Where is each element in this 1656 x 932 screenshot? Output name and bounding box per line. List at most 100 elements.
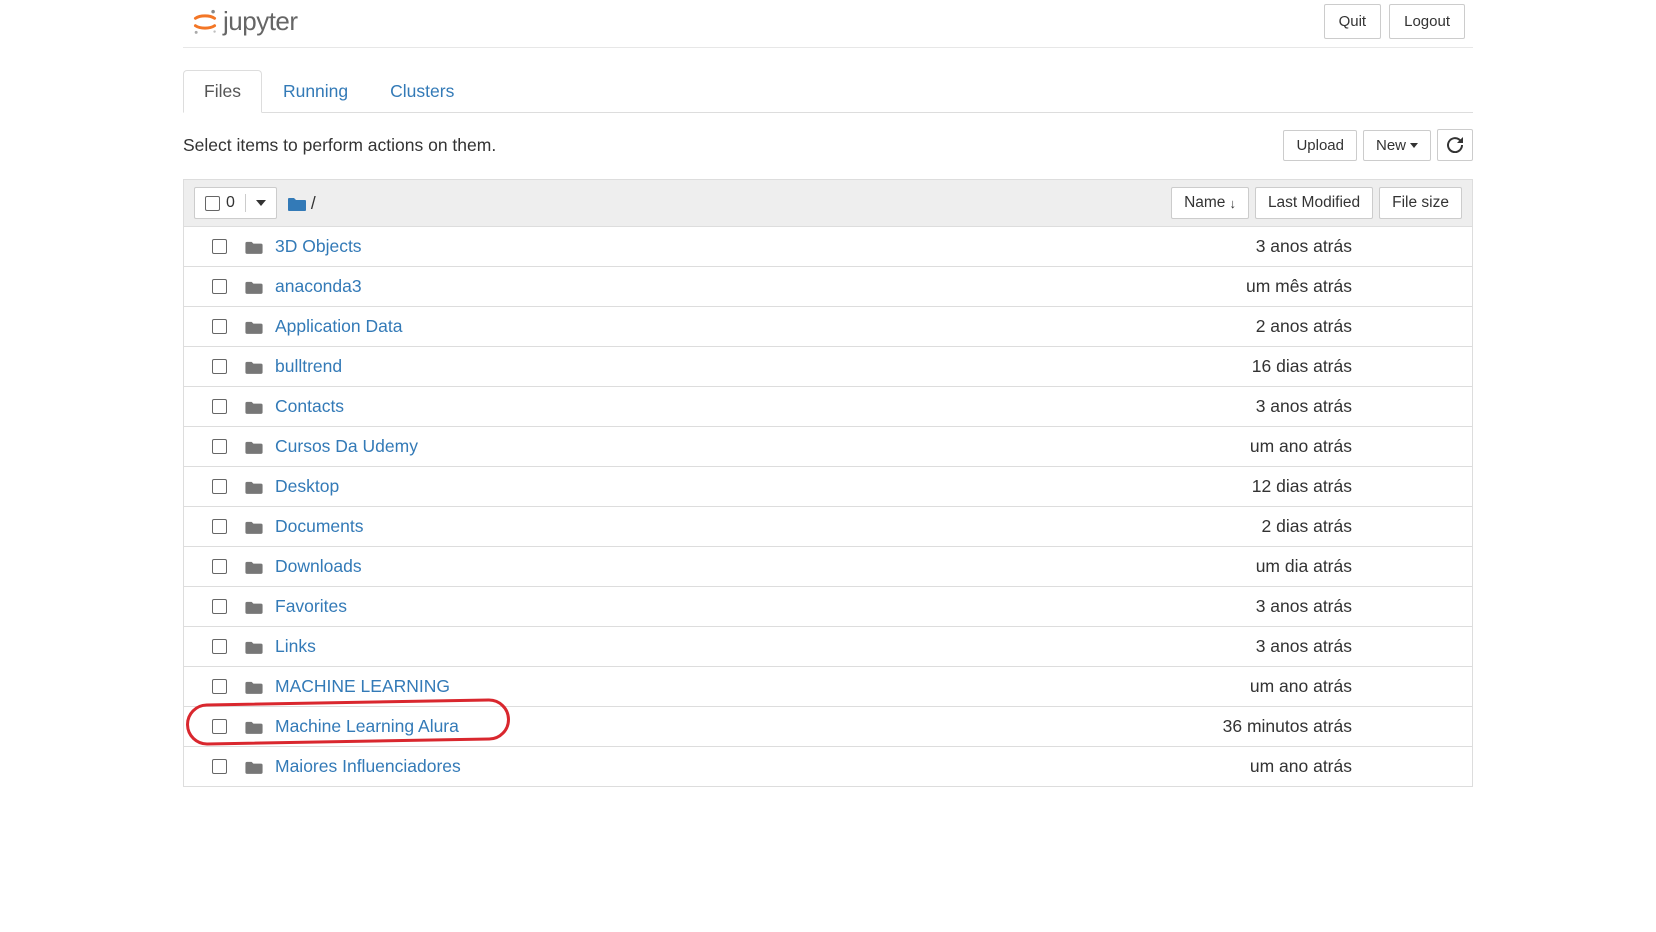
new-button-label: New xyxy=(1376,137,1406,154)
last-modified: um ano atrás xyxy=(1158,436,1358,457)
folder-icon xyxy=(245,320,263,334)
tab-running[interactable]: Running xyxy=(262,70,369,113)
row-checkbox[interactable] xyxy=(212,679,227,694)
file-row: Contacts 3 anos atrás xyxy=(184,387,1472,427)
refresh-button[interactable] xyxy=(1437,129,1473,161)
sort-last-modified-button[interactable]: Last Modified xyxy=(1255,187,1373,219)
file-link[interactable]: Desktop xyxy=(275,476,1146,497)
sort-name-button[interactable]: Name ↓ xyxy=(1171,187,1249,219)
header: jupyter Quit Logout xyxy=(183,0,1473,48)
file-link[interactable]: Maiores Influenciadores xyxy=(275,756,1146,777)
folder-icon xyxy=(245,400,263,414)
folder-icon[interactable] xyxy=(287,196,305,210)
last-modified: 2 dias atrás xyxy=(1158,516,1358,537)
file-link[interactable]: Downloads xyxy=(275,556,1146,577)
file-link[interactable]: MACHINE LEARNING xyxy=(275,676,1146,697)
selected-count: 0 xyxy=(226,194,235,212)
file-link[interactable]: Links xyxy=(275,636,1146,657)
quit-button[interactable]: Quit xyxy=(1324,4,1382,39)
folder-icon xyxy=(245,640,263,654)
row-checkbox[interactable] xyxy=(212,359,227,374)
file-row: Desktop 12 dias atrás xyxy=(184,467,1472,507)
sort-name-label: Name xyxy=(1184,194,1225,212)
file-link[interactable]: Cursos Da Udemy xyxy=(275,436,1146,457)
last-modified: um ano atrás xyxy=(1158,676,1358,697)
file-list: 3D Objects 3 anos atrás anaconda3 um mês at… xyxy=(183,227,1473,787)
file-row: Documents 2 dias atrás xyxy=(184,507,1472,547)
breadcrumb: / xyxy=(287,193,316,214)
row-checkbox[interactable] xyxy=(212,399,227,414)
last-modified: 3 anos atrás xyxy=(1158,636,1358,657)
file-row: Cursos Da Udemy um ano atrás xyxy=(184,427,1472,467)
file-link[interactable]: Favorites xyxy=(275,596,1146,617)
file-link[interactable]: anaconda3 xyxy=(275,276,1146,297)
caret-down-icon xyxy=(256,200,266,206)
row-checkbox[interactable] xyxy=(212,239,227,254)
sort-file-size-button[interactable]: File size xyxy=(1379,187,1462,219)
last-modified: 3 anos atrás xyxy=(1158,236,1358,257)
file-link[interactable]: Contacts xyxy=(275,396,1146,417)
file-row: bulltrend 16 dias atrás xyxy=(184,347,1472,387)
toolbar: Select items to perform actions on them.… xyxy=(183,113,1473,179)
tab-clusters[interactable]: Clusters xyxy=(369,70,475,113)
row-checkbox[interactable] xyxy=(212,519,227,534)
folder-icon xyxy=(245,280,263,294)
row-checkbox[interactable] xyxy=(212,719,227,734)
select-all-checkbox-seg[interactable]: 0 xyxy=(195,188,245,218)
new-dropdown-button[interactable]: New xyxy=(1363,130,1431,161)
last-modified: 3 anos atrás xyxy=(1158,396,1358,417)
select-all-checkbox[interactable] xyxy=(205,196,220,211)
folder-icon xyxy=(245,480,263,494)
file-row: anaconda3 um mês atrás xyxy=(184,267,1472,307)
folder-icon xyxy=(245,680,263,694)
folder-icon xyxy=(245,360,263,374)
file-row: Maiores Influenciadores um ano atrás xyxy=(184,747,1472,787)
last-modified: 2 anos atrás xyxy=(1158,316,1358,337)
tabs: Files Running Clusters xyxy=(183,70,1473,113)
file-row: 3D Objects 3 anos atrás xyxy=(184,227,1472,267)
last-modified: um ano atrás xyxy=(1158,756,1358,777)
row-checkbox[interactable] xyxy=(212,599,227,614)
refresh-icon xyxy=(1447,137,1463,153)
file-link[interactable]: Machine Learning Alura xyxy=(275,716,1146,737)
file-row: Favorites3 anos atrás xyxy=(184,587,1472,627)
folder-icon xyxy=(245,520,263,534)
row-checkbox[interactable] xyxy=(212,279,227,294)
breadcrumb-root[interactable]: / xyxy=(311,193,316,214)
folder-icon xyxy=(245,560,263,574)
select-all-dropdown[interactable] xyxy=(245,194,276,212)
row-checkbox[interactable] xyxy=(212,559,227,574)
last-modified: um mês atrás xyxy=(1158,276,1358,297)
list-header: 0 / Name ↓ Last Modified File size xyxy=(183,179,1473,227)
folder-icon xyxy=(245,440,263,454)
tab-files[interactable]: Files xyxy=(183,70,262,113)
row-checkbox[interactable] xyxy=(212,759,227,774)
row-checkbox[interactable] xyxy=(212,639,227,654)
file-row: Machine Learning Alura 36 minutos atrás xyxy=(184,707,1472,747)
file-link[interactable]: Documents xyxy=(275,516,1146,537)
file-row: Application Data 2 anos atrás xyxy=(184,307,1472,347)
folder-icon xyxy=(245,720,263,734)
file-link[interactable]: 3D Objects xyxy=(275,236,1146,257)
upload-button[interactable]: Upload xyxy=(1283,130,1357,161)
last-modified: 36 minutos atrás xyxy=(1158,716,1358,737)
file-link[interactable]: Application Data xyxy=(275,316,1146,337)
logout-button[interactable]: Logout xyxy=(1389,4,1465,39)
folder-icon xyxy=(245,600,263,614)
last-modified: 12 dias atrás xyxy=(1158,476,1358,497)
folder-icon xyxy=(245,760,263,774)
jupyter-logo[interactable]: jupyter xyxy=(183,6,298,37)
folder-icon xyxy=(245,240,263,254)
row-checkbox[interactable] xyxy=(212,439,227,454)
last-modified: um dia atrás xyxy=(1158,556,1358,577)
select-all-group: 0 xyxy=(194,187,277,219)
row-checkbox[interactable] xyxy=(212,319,227,334)
jupyter-logo-text: jupyter xyxy=(223,6,298,37)
file-link[interactable]: bulltrend xyxy=(275,356,1146,377)
last-modified: 16 dias atrás xyxy=(1158,356,1358,377)
arrow-down-icon: ↓ xyxy=(1229,196,1236,211)
action-hint: Select items to perform actions on them. xyxy=(183,135,496,156)
row-checkbox[interactable] xyxy=(212,479,227,494)
file-row: Downloads um dia atrás xyxy=(184,547,1472,587)
file-row: MACHINE LEARNING um ano atrás xyxy=(184,667,1472,707)
